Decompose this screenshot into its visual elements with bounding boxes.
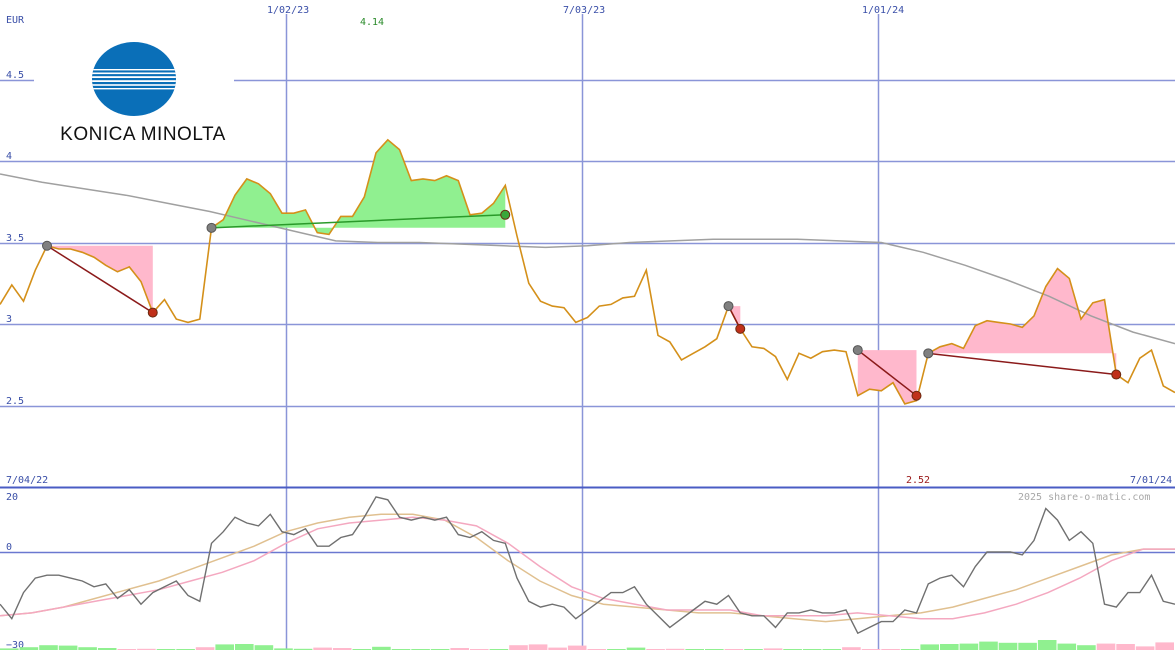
- histogram-bar: [509, 645, 528, 650]
- histogram-bar: [1037, 640, 1057, 650]
- y-tick-label: 4.5: [6, 70, 24, 81]
- high-value-label: 4.14: [360, 17, 384, 28]
- histogram-bar: [235, 644, 254, 650]
- histogram-bar: [1057, 643, 1077, 650]
- y-tick-label: 2.5: [6, 396, 24, 407]
- trade-entry-marker: [206, 222, 217, 233]
- histogram-bar: [1077, 645, 1096, 650]
- histogram-bar: [1116, 644, 1135, 650]
- y-tick-label: 4: [6, 151, 12, 162]
- range-start-label: 7/04/22: [6, 475, 48, 486]
- watermark: 2025 share-o-matic.com: [1018, 492, 1150, 503]
- histogram-bar: [959, 643, 979, 650]
- oscillator-layer: [0, 496, 1175, 635]
- oscillator-line: [0, 496, 1175, 635]
- series-layer: [0, 138, 1175, 405]
- histogram-bar: [567, 645, 587, 650]
- histogram-bar: [1135, 646, 1155, 650]
- logo-wordmark: KONICA MINOLTA: [60, 124, 226, 145]
- osc-tick-label: 0: [6, 542, 12, 553]
- trade-entry-marker: [723, 301, 734, 312]
- histogram-bar: [58, 645, 78, 650]
- low-value-label: 2.52: [906, 475, 930, 486]
- histogram-bar: [1155, 642, 1174, 650]
- trade-area-loss: [928, 268, 1117, 375]
- histogram-bar: [998, 642, 1018, 650]
- y-tick-label: 3.5: [6, 233, 24, 244]
- trade-exit-marker: [500, 209, 511, 220]
- trade-marker-layer: [42, 209, 1122, 401]
- histogram-bar: [979, 641, 998, 650]
- histogram-bar: [215, 644, 234, 650]
- histogram-bar: [940, 644, 959, 650]
- histogram-bar: [254, 645, 274, 650]
- histogram-bar: [1096, 643, 1116, 650]
- histogram-bar: [39, 645, 58, 650]
- trade-entry-marker: [852, 345, 863, 356]
- globe-logo-icon: [92, 42, 176, 116]
- trade-entry-marker: [42, 240, 52, 251]
- trade-line-loss: [928, 352, 1117, 376]
- currency-label: EUR: [6, 15, 25, 26]
- trade-exit-marker: [147, 307, 158, 318]
- y-tick-label: 3: [6, 314, 12, 325]
- trade-entry-marker: [923, 348, 934, 359]
- range-end-label: 7/01/24: [1130, 475, 1172, 486]
- x-tick-label: 1/01/24: [862, 5, 904, 16]
- company-logo: KONICA MINOLTA: [40, 40, 240, 150]
- trade-fill-layer: [47, 139, 1117, 404]
- x-tick-label: 7/03/23: [563, 5, 605, 16]
- price-line: [0, 138, 1175, 405]
- trade-area-loss: [857, 350, 917, 404]
- histogram-bar: [1018, 642, 1037, 650]
- histogram-layer: [0, 640, 1174, 650]
- histogram-bar: [528, 644, 548, 650]
- trade-exit-marker: [1111, 369, 1122, 380]
- histogram-bar: [920, 644, 939, 650]
- x-tick-label: 1/02/23: [267, 5, 309, 16]
- trade-exit-marker: [911, 390, 922, 401]
- osc-slow-signal-line: [0, 513, 1175, 623]
- trade-exit-marker: [735, 323, 746, 334]
- osc-tick-label: 20: [6, 492, 18, 503]
- osc-signal-line: [0, 516, 1175, 620]
